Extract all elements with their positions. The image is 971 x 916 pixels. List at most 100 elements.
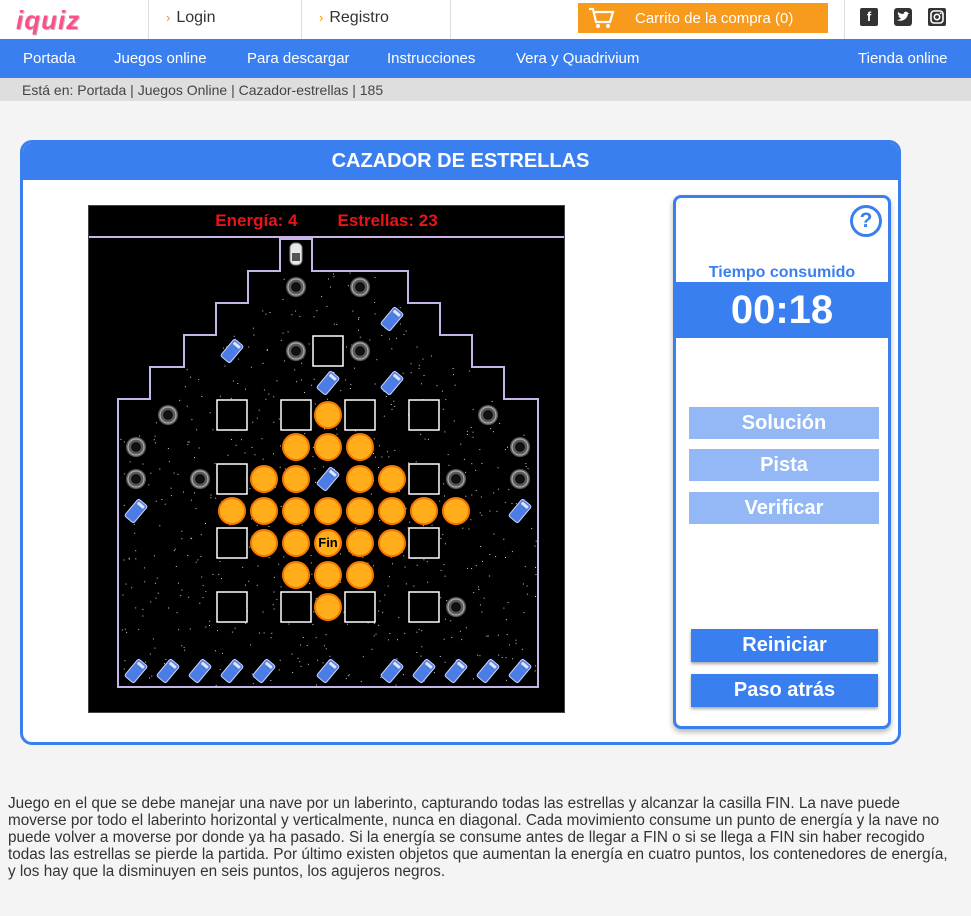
instagram-icon[interactable] (928, 8, 946, 26)
energy-counter: Energía: 4 (215, 211, 298, 230)
empty-cell (408, 463, 440, 495)
nav-item-portada[interactable]: Portada (23, 50, 76, 67)
star-icon (250, 497, 278, 525)
empty-cell (216, 527, 248, 559)
fin-label: Fin (318, 535, 338, 550)
stars-counter: Estrellas: 23 (337, 211, 438, 230)
empty-cell (280, 591, 312, 623)
game-description: Juego en el que se debe manejar una nave… (8, 795, 948, 880)
empty-cell (216, 591, 248, 623)
empty-cell (216, 399, 248, 431)
empty-cell (216, 463, 248, 495)
energy-container-icon (476, 659, 500, 683)
energy-container-icon (380, 307, 404, 331)
register-label: Registro (329, 9, 389, 26)
restart-button[interactable]: Reiniciar (691, 629, 878, 662)
energy-container-icon (124, 499, 148, 523)
breadcrumb: Está en: Portada | Juegos Online | Cazad… (0, 78, 971, 101)
star-icon (282, 433, 310, 461)
energy-container-icon (220, 339, 244, 363)
star-icon (346, 561, 374, 589)
solution-button[interactable]: Solución (689, 407, 879, 439)
empty-cell (280, 399, 312, 431)
energy-container-icon (412, 659, 436, 683)
control-panel: ? Tiempo consumido 00:18 Solución Pista … (673, 195, 891, 729)
star-icon (314, 497, 342, 525)
star-icon (314, 593, 342, 621)
empty-cell (344, 399, 376, 431)
empty-cell (408, 399, 440, 431)
energy-container-icon (316, 659, 340, 683)
nav-item-instrucciones[interactable]: Instrucciones (387, 50, 475, 67)
login-label: Login (176, 9, 216, 26)
star-icon (282, 529, 310, 557)
login-link[interactable]: › Login (166, 9, 216, 27)
site-logo[interactable]: iquiz (16, 4, 126, 35)
star-icon (346, 433, 374, 461)
cart-label: Carrito de la compra (0) (635, 10, 794, 27)
game-board[interactable]: Fin Energía: 4 Estrellas: 23 (88, 205, 565, 713)
star-icon (282, 497, 310, 525)
energy-container-icon (220, 659, 244, 683)
star-icon (378, 529, 406, 557)
time-label: Tiempo consumido (708, 264, 856, 281)
hint-button[interactable]: Pista (689, 449, 879, 481)
top-bar: iquiz › Login › Registro Carrito de la com… (0, 0, 971, 39)
star-icon (282, 465, 310, 493)
ship-icon (289, 242, 303, 266)
divider (844, 0, 845, 39)
empty-cell (344, 591, 376, 623)
nav-item-tienda-online[interactable]: Tienda online (858, 50, 948, 67)
undo-button[interactable]: Paso atrás (691, 674, 878, 707)
energy-container-icon (380, 659, 404, 683)
game-panel: CAZADOR DE ESTRELLAS Fin Energía: 4 Estr… (20, 140, 901, 745)
cart-button[interactable]: Carrito de la compra (0) (578, 3, 828, 33)
energy-container-icon (124, 659, 148, 683)
star-icon (250, 465, 278, 493)
star-icon (378, 497, 406, 525)
register-link[interactable]: › Registro (319, 9, 389, 27)
nav-item-juegos-online[interactable]: Juegos online (114, 50, 207, 67)
star-icon (314, 561, 342, 589)
energy-container-icon (316, 467, 340, 491)
timer-display: 00:18 (676, 282, 888, 338)
energy-container-icon (252, 659, 276, 683)
empty-cell (408, 527, 440, 559)
main-nav: Portada Juegos online Para descargar Ins… (0, 39, 971, 78)
star-icon (442, 497, 470, 525)
chevron-right-icon: › (166, 10, 171, 25)
star-icon (346, 529, 374, 557)
star-icon (378, 465, 406, 493)
game-title: CAZADOR DE ESTRELLAS (23, 143, 898, 180)
energy-container-icon (508, 499, 532, 523)
divider (148, 0, 149, 39)
energy-container-icon (508, 659, 532, 683)
empty-cell (408, 591, 440, 623)
facebook-icon[interactable]: f (860, 8, 878, 26)
help-button[interactable]: ? (850, 205, 882, 237)
star-icon (282, 561, 310, 589)
energy-container-icon (444, 659, 468, 683)
star-icon (346, 465, 374, 493)
energy-container-icon (156, 659, 180, 683)
star-icon (314, 401, 342, 429)
energy-container-icon (188, 659, 212, 683)
logo-text: iquiz (16, 4, 81, 35)
star-icon (250, 529, 278, 557)
nav-item-para-descargar[interactable]: Para descargar (247, 50, 350, 67)
star-icon (218, 497, 246, 525)
star-icon (410, 497, 438, 525)
divider (301, 0, 302, 39)
twitter-icon[interactable] (894, 8, 912, 26)
maze-canvas[interactable]: Fin (89, 206, 564, 712)
empty-cell (312, 335, 344, 367)
nav-item-vera-quadrivium[interactable]: Vera y Quadrivium (516, 50, 639, 67)
chevron-right-icon: › (319, 10, 324, 25)
verify-button[interactable]: Verificar (689, 492, 879, 524)
divider (450, 0, 451, 39)
cart-icon (589, 7, 615, 28)
star-icon (346, 497, 374, 525)
star-icon (314, 433, 342, 461)
game-hud: Energía: 4 Estrellas: 23 (89, 206, 564, 238)
energy-container-icon (316, 371, 340, 395)
